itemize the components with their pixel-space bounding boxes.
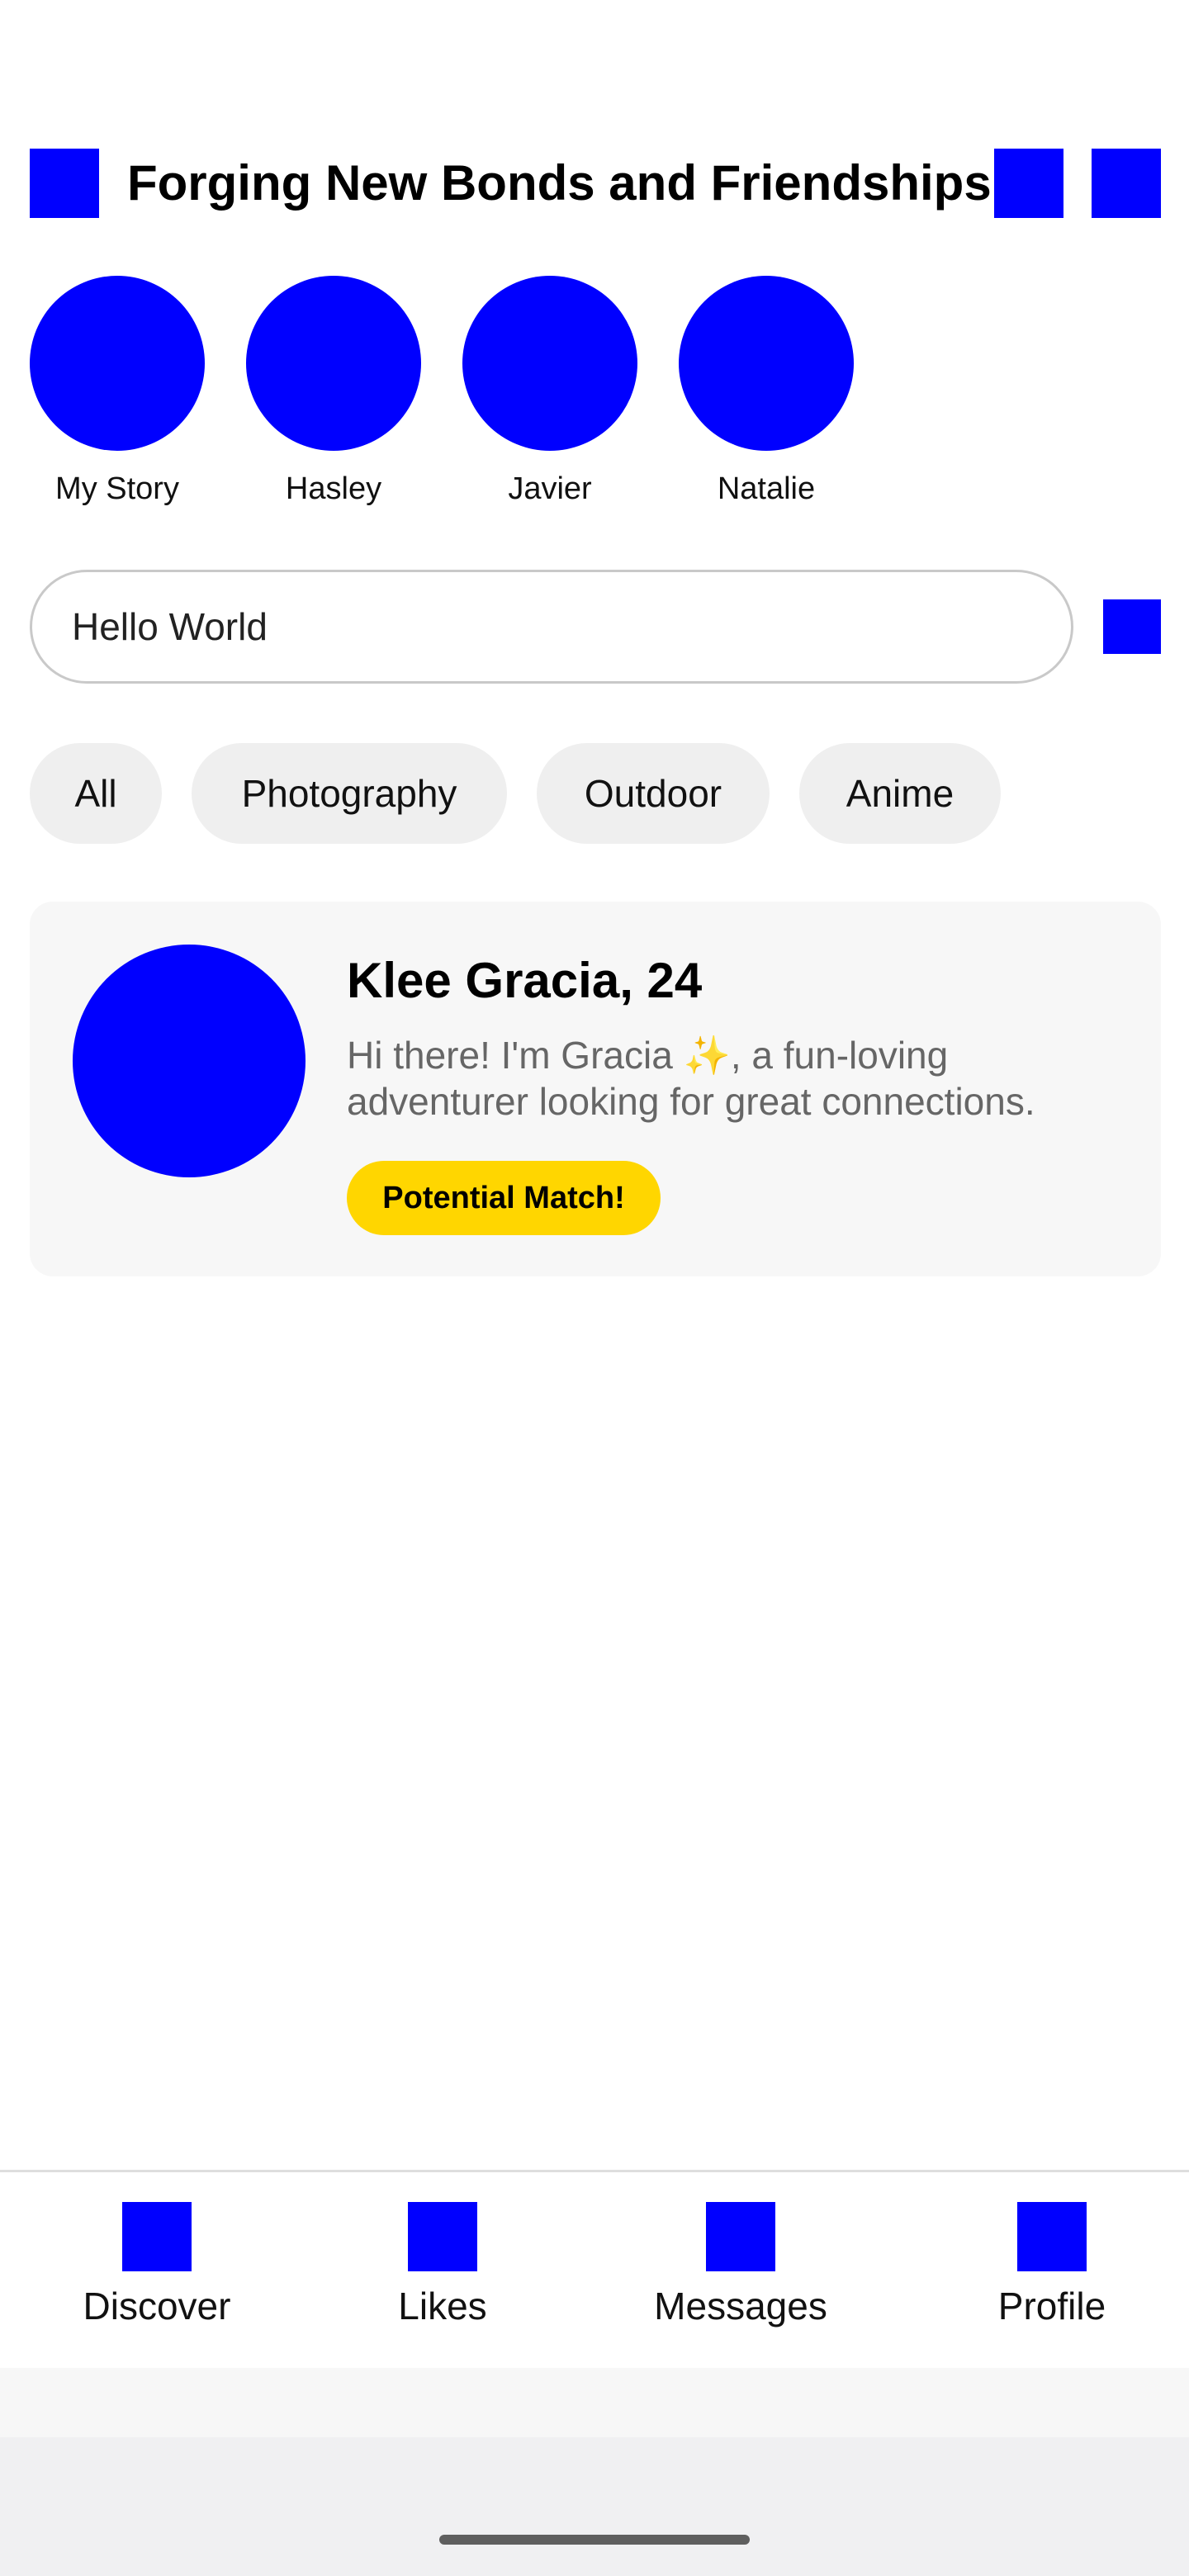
app-screen: Forging New Bonds and Friendships My Sto… [0, 0, 1189, 2576]
match-card[interactable]: Klee Gracia, 24 Hi there! I'm Gracia ✨, … [30, 902, 1161, 1276]
filter-icon[interactable] [1103, 599, 1161, 654]
story-label: Natalie [717, 471, 816, 506]
story-avatar [246, 276, 421, 451]
story-item-javier[interactable]: Javier [462, 276, 637, 509]
story-label: Javier [508, 471, 592, 506]
nav-label: Discover [83, 2285, 231, 2327]
nav-item-discover[interactable]: Discover [58, 2172, 256, 2370]
nav-label: Profile [997, 2285, 1106, 2327]
story-item-hasley[interactable]: Hasley [246, 276, 421, 509]
nav-label: Likes [398, 2285, 487, 2327]
page-title: Forging New Bonds and Friendships [127, 155, 992, 211]
gesture-area [0, 2437, 1189, 2576]
discover-icon [122, 2202, 192, 2271]
nav-bottom-strip [0, 2368, 1189, 2437]
chip-photography[interactable]: Photography [192, 743, 507, 844]
category-chips: All Photography Outdoor Anime [0, 743, 1189, 844]
match-bio: Hi there! I'm Gracia ✨, a fun-loving adv… [347, 1034, 1035, 1123]
nav-label: Messages [654, 2285, 827, 2327]
search-input[interactable] [72, 572, 1030, 681]
search-bar [30, 570, 1073, 684]
story-item-natalie[interactable]: Natalie [679, 276, 854, 509]
story-label: My Story [55, 471, 179, 506]
story-avatar [679, 276, 854, 451]
potential-match-badge: Potential Match! [347, 1161, 661, 1235]
heart-icon [408, 2202, 477, 2271]
home-gesture-bar[interactable] [439, 2535, 750, 2545]
settings-icon[interactable] [1092, 149, 1161, 218]
nav-item-likes[interactable]: Likes [360, 2172, 525, 2370]
chip-outdoor[interactable]: Outdoor [537, 743, 770, 844]
avatar [73, 945, 306, 1177]
header: Forging New Bonds and Friendships [0, 149, 1189, 218]
notification-icon[interactable] [994, 149, 1063, 218]
chip-anime[interactable]: Anime [799, 743, 1001, 844]
match-name: Klee Gracia, 24 [347, 953, 703, 1008]
story-avatar [462, 276, 637, 451]
stories-row: My Story Hasley Javier Natalie [0, 276, 1189, 515]
menu-icon[interactable] [30, 149, 99, 218]
story-avatar [30, 276, 205, 451]
nav-item-messages[interactable]: Messages [629, 2172, 852, 2370]
nav-item-profile[interactable]: Profile [958, 2172, 1146, 2370]
chat-icon [706, 2202, 775, 2271]
story-label: Hasley [285, 471, 382, 506]
chip-all[interactable]: All [30, 743, 162, 844]
story-item-my-story[interactable]: My Story [30, 276, 205, 509]
bottom-nav: Discover Likes Messages Profile [0, 2170, 1189, 2368]
user-icon [1017, 2202, 1087, 2271]
